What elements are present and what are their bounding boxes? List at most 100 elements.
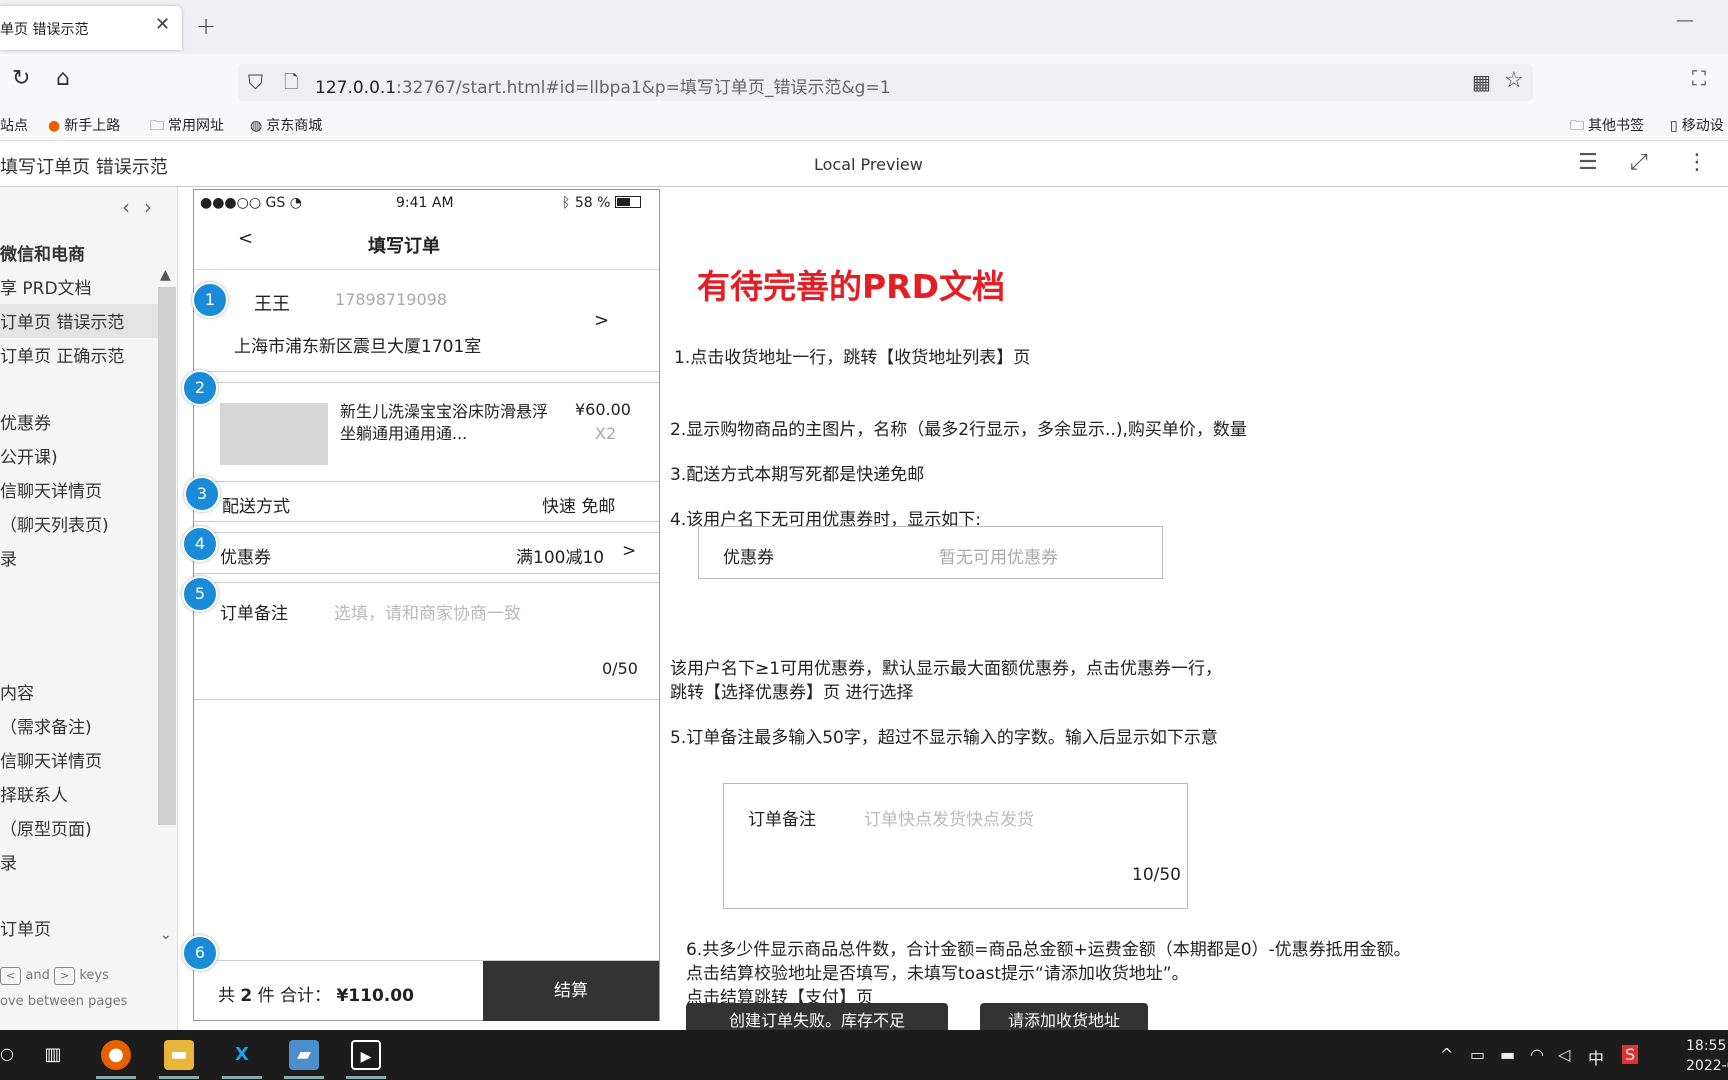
sitemap-item[interactable]: 内容 — [0, 679, 34, 704]
annotation-badge[interactable]: 6 — [182, 935, 218, 971]
coupon-row[interactable]: 优惠券 满100减10 > — [194, 532, 659, 574]
annotation-badge[interactable]: 4 — [182, 526, 218, 562]
sitemap-item[interactable]: 享 PRD文档 — [0, 274, 92, 299]
remark-input[interactable]: 选填，请和商家协商一致 — [334, 599, 521, 624]
sitemap-item[interactable]: 信聊天详情页 — [0, 747, 102, 772]
mobile-icon: ▯ — [1670, 118, 1678, 134]
remark-row: 订单备注 选填，请和商家协商一致 0/50 — [194, 582, 659, 700]
annotation-badge[interactable]: 1 — [192, 282, 228, 318]
notes-icon[interactable]: ☰ — [1578, 150, 1598, 175]
sogou-ime-icon[interactable]: S — [1622, 1045, 1639, 1064]
receiver-address: 上海市浦东新区震旦大厦1701室 — [234, 337, 482, 357]
bookmark-folder[interactable]: 🗀 常用网址 — [150, 115, 224, 139]
chevron-right-icon: > — [594, 310, 610, 331]
sitemap-item[interactable]: 录 — [0, 849, 17, 874]
bluetooth-icon: ᛒ — [562, 195, 571, 211]
prd-note-2: 2.显示购物商品的主图片，名称（最多2行显示，多余显示..),购买单价，数量 — [670, 420, 1247, 440]
video-app-icon[interactable]: ▶ — [351, 1040, 381, 1070]
remark-example-box: 订单备注 订单快点发货快点发货 10/50 — [723, 783, 1188, 909]
reload-icon[interactable]: ↻ — [12, 66, 30, 91]
browser-tab-bar: 单页 错误示范 ✕ + — — [0, 0, 1728, 54]
annotation-badge[interactable]: 5 — [182, 576, 218, 612]
left-key-icon: < — [0, 967, 22, 985]
coupon-example-label: 优惠券 — [723, 548, 774, 568]
more-icon[interactable]: ⋮ — [1686, 150, 1708, 175]
sitemap-item[interactable]: 优惠券 — [0, 409, 51, 434]
adapt-icon[interactable]: ⤢ — [1630, 150, 1648, 175]
shipping-row: 配送方式 快速 免邮 — [194, 482, 659, 522]
url-text[interactable]: 127.0.0.1:32767/start.html#id=llbpa1&p=填… — [315, 73, 891, 98]
page-title: 填写订单页 错误示范 — [0, 157, 168, 178]
preview-label: Local Preview — [814, 155, 923, 174]
chevron-right-icon: > — [622, 541, 637, 561]
sitemap-item[interactable]: 择联系人 — [0, 781, 68, 806]
prd-note-1: 1.点击收货地址一行，跳转【收货地址列表】页 — [674, 348, 1031, 368]
receiver-name: 王王 — [254, 294, 290, 315]
scroll-up-icon[interactable]: ▲ — [160, 267, 171, 283]
qr-code-icon[interactable]: ▦ — [1472, 70, 1491, 94]
bookmark-item[interactable]: ● 新手上路 — [48, 115, 120, 135]
url-bar[interactable]: ⛉ 🗋 127.0.0.1:32767/start.html#id=llbpa1… — [238, 64, 1533, 101]
annotation-badge[interactable]: 2 — [182, 370, 218, 406]
ime-indicator[interactable]: 中 — [1588, 1045, 1604, 1069]
scroll-down-icon[interactable]: ⌄ — [160, 927, 172, 943]
sitemap-item-current[interactable]: 订单页 错误示范 — [0, 308, 124, 333]
sitemap-item[interactable]: 信聊天详情页 — [0, 477, 102, 502]
bookmark-folder[interactable]: 🗀 其他书签 — [1570, 115, 1644, 139]
phone-page-title: 填写订单 — [368, 236, 440, 257]
wifi-icon: ◔ — [289, 195, 302, 211]
battery-tray-icon[interactable]: ▬ — [1500, 1045, 1515, 1064]
camera-icon[interactable]: ▭ — [1470, 1045, 1485, 1064]
sitemap-panel: ‹› 微信和电商 享 PRD文档 订单页 错误示范 订单页 正确示范 优惠券 公… — [0, 187, 178, 1030]
bookmark-item[interactable]: 站点 — [0, 115, 28, 135]
product-image — [220, 403, 328, 465]
screenshot-icon[interactable]: ⛶ — [1692, 66, 1706, 90]
sitemap-item[interactable]: 公开课) — [0, 443, 58, 468]
page-nav-arrows[interactable]: ‹› — [122, 195, 166, 219]
system-clock[interactable]: 18:55 2022-04 — [1686, 1036, 1728, 1076]
tab-close-icon[interactable]: ✕ — [155, 14, 170, 35]
notes-app-icon[interactable]: ▰ — [289, 1040, 319, 1070]
battery-status: ᛒ 58 % — [562, 195, 641, 211]
sitemap-item[interactable]: （原型页面) — [0, 815, 92, 840]
task-view-icon[interactable]: ▥ — [38, 1040, 68, 1070]
tab-title: 单页 错误示范 — [0, 22, 89, 38]
prd-note-6-line2: 点击结算校验地址是否填写，未填写toast提示“请添加收货地址”。 — [686, 964, 1189, 984]
home-icon[interactable]: ⌂ — [56, 66, 70, 91]
checkout-button[interactable]: 结算 — [483, 961, 659, 1021]
remark-example-value: 订单快点发货快点发货 — [864, 810, 1034, 830]
minimize-icon[interactable]: — — [1676, 10, 1694, 31]
bookmark-item[interactable]: ◍ 京东商城 — [250, 115, 322, 135]
browser-tab[interactable]: 单页 错误示范 ✕ — [0, 6, 182, 50]
address-row[interactable]: 王王 17898719098 > 上海市浦东新区震旦大厦1701室 — [194, 272, 659, 372]
axure-icon[interactable]: X — [227, 1040, 257, 1070]
scrollbar[interactable] — [158, 287, 176, 825]
sitemap-item[interactable]: 订单页 正确示范 — [0, 342, 124, 367]
page-info-icon[interactable]: 🗋 — [284, 70, 298, 100]
annotation-badge[interactable]: 3 — [184, 476, 220, 512]
product-name: 新生儿洗澡宝宝浴床防滑悬浮坐躺通用通用通... — [340, 402, 549, 443]
show-hidden-icon[interactable]: ^ — [1440, 1045, 1453, 1064]
sitemap-item[interactable]: （需求备注) — [0, 713, 92, 738]
checkout-bar: 共 2 件 合计： ¥110.00 结算 — [194, 960, 659, 1021]
bookmarks-bar: 站点 ● 新手上路 🗀 常用网址 ◍ 京东商城 🗀 其他书签 ▯ 移动设 — [0, 108, 1728, 141]
firefox-icon[interactable]: ● — [101, 1040, 131, 1070]
remark-char-count: 0/50 — [602, 659, 638, 678]
coupon-value: 满100减10 — [516, 548, 605, 568]
firefox-icon: ● — [48, 118, 61, 134]
sitemap-item[interactable]: 订单页 — [0, 915, 51, 940]
network-icon[interactable]: ◠ — [1530, 1045, 1544, 1064]
search-icon[interactable]: ○ — [0, 1044, 14, 1063]
file-explorer-icon[interactable]: ▬ — [164, 1040, 194, 1070]
volume-icon[interactable]: ◁ — [1558, 1045, 1570, 1064]
sitemap-item[interactable]: 录 — [0, 545, 17, 570]
shipping-label: 配送方式 — [222, 497, 290, 517]
bookmark-star-icon[interactable]: ☆ — [1504, 68, 1524, 93]
remark-label: 订单备注 — [220, 604, 288, 624]
folder-icon: 🗀 — [1570, 118, 1584, 134]
new-tab-icon[interactable]: + — [196, 12, 216, 40]
mobile-bookmarks[interactable]: ▯ 移动设 — [1670, 115, 1724, 135]
sitemap-item[interactable]: （聊天列表页) — [0, 511, 109, 536]
shield-icon[interactable]: ⛉ — [248, 70, 263, 94]
sitemap-item[interactable]: 微信和电商 — [0, 240, 85, 265]
